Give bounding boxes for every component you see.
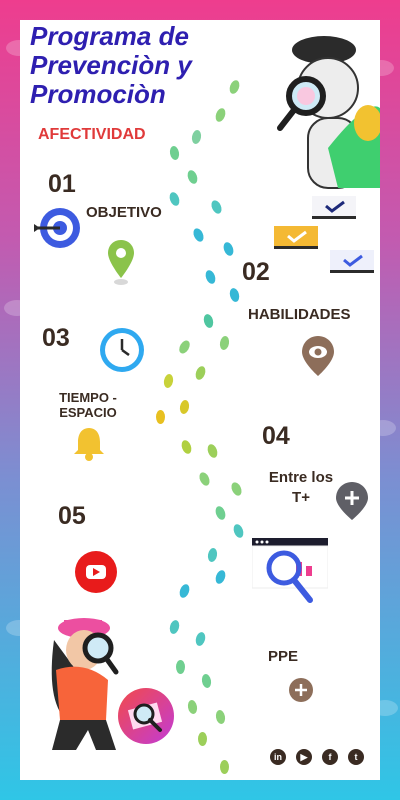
section-number-05: 05 — [58, 502, 86, 530]
eye-pin-icon — [302, 336, 334, 380]
section-label-tiempo-espacio: TIEMPO - ESPACIO — [59, 390, 117, 420]
section-label-ppe: PPE — [268, 648, 299, 665]
section-number-02: 02 — [242, 258, 270, 286]
section-label-objetivo: OBJETIVO — [86, 204, 162, 221]
youtube-icon[interactable] — [74, 550, 118, 594]
location-pin-icon — [108, 240, 134, 286]
linkedin-icon[interactable]: in — [270, 749, 286, 765]
section-label-habilidades: HABILIDADES — [248, 306, 351, 323]
section-number-04: 04 — [262, 422, 290, 450]
plus-pin-icon — [336, 482, 368, 524]
checklist-card-icon — [312, 196, 356, 227]
plus-circle-icon[interactable] — [288, 677, 314, 703]
search-window-illustration — [251, 538, 329, 611]
clock-icon — [98, 326, 146, 374]
infographic-card: Programa de Prevenciòn y Promociòn AFECT… — [20, 20, 380, 780]
youtube-icon[interactable]: ▶ — [296, 749, 312, 765]
facebook-icon[interactable]: f — [322, 749, 338, 765]
checklist-card-icon — [274, 226, 318, 257]
bell-icon — [72, 426, 106, 462]
section-number-03: 03 — [42, 324, 70, 352]
checklist-card-icon — [330, 250, 374, 281]
section-number-01: 01 — [48, 170, 76, 198]
magnifier-badge-icon — [116, 686, 176, 751]
target-icon — [34, 206, 80, 255]
section-label-entre-los-t: Entre los T+ — [268, 469, 334, 506]
twitter-icon[interactable]: t — [348, 749, 364, 765]
